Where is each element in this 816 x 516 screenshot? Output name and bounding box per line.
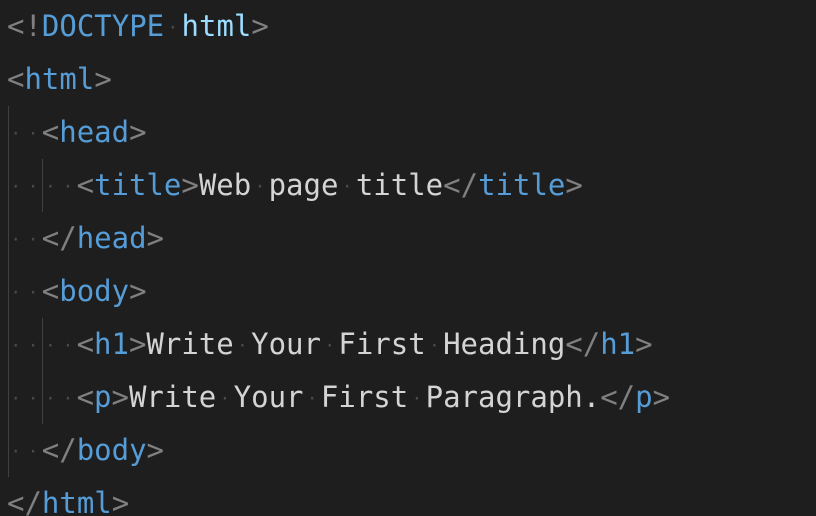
tag-bracket: </ [41,221,77,255]
whitespace-marker: · [27,335,39,357]
tag-bracket: > [181,168,199,202]
tag-bracket: > [146,433,165,467]
whitespace-marker: · [45,335,56,357]
whitespace-marker: · [341,176,353,198]
whitespace-marker: · [45,388,56,410]
code-line[interactable]: · · · · <p>Write · Your · First · Paragraph.</p> [7,371,670,424]
tag-bracket: > [94,62,112,96]
tag-name: p [94,380,112,414]
tag-bracket: </ [7,486,42,516]
whitespace-marker: · [324,335,336,357]
text-content: Write [146,327,234,361]
tag-bracket: < [41,115,60,149]
text-content: Write [128,380,217,414]
tag-bracket: </ [443,168,479,202]
tag-bracket: < [7,62,25,96]
tag-bracket: > [128,327,147,361]
code-line[interactable]: <html> [7,53,112,106]
text-content: First [320,380,409,414]
tag-bracket: > [129,274,147,308]
code-line[interactable]: · · · · <title>Web · page · title</title> [7,159,583,212]
doctype-keyword: DOCTYPE [41,9,165,43]
whitespace-marker: · [10,123,22,145]
text-content: page [268,168,339,202]
tag-bracket: > [652,380,671,414]
whitespace-marker: · [27,282,39,304]
tag-name: html [41,486,112,516]
whitespace-marker: · [27,229,39,251]
tag-bracket: > [565,168,583,202]
tag-bracket: </ [41,433,77,467]
whitespace-marker: · [27,441,39,463]
tag-name: html [24,62,95,96]
whitespace-marker: · [10,388,22,410]
whitespace-marker: · [10,282,22,304]
tag-bracket: > [111,486,130,516]
whitespace-marker: · [411,388,423,410]
tag-bracket: < [76,168,95,202]
tag-name: title [94,168,182,202]
tag-bracket: > [146,221,165,255]
whitespace-marker: · [167,17,179,39]
text-content: First [338,327,426,361]
code-line[interactable]: <!DOCTYPE · html> [7,0,269,53]
tag-bracket: < [41,274,60,308]
whitespace-marker: · [10,176,22,198]
whitespace-marker: · [62,388,74,410]
tag-name: h1 [600,327,636,361]
whitespace-marker: · [10,335,22,357]
whitespace-marker: · [10,229,22,251]
whitespace-marker: · [428,335,440,357]
tag-bracket: > [129,115,147,149]
whitespace-marker: · [27,388,39,410]
tag-bracket: </ [600,380,636,414]
whitespace-marker: · [27,123,39,145]
tag-bracket: <! [7,9,42,43]
whitespace-marker: · [306,388,318,410]
text-content: Web [198,168,252,202]
tag-bracket: > [111,380,129,414]
text-content: Your [251,327,321,361]
whitespace-marker: · [62,176,74,198]
tag-name: p [635,380,653,414]
tag-name: h1 [94,327,129,361]
whitespace-marker: · [219,388,231,410]
tag-bracket: > [635,327,653,361]
doctype-value: html [181,9,252,43]
code-line[interactable]: · · </head> [7,212,164,265]
code-line[interactable]: · · <head> [7,106,147,159]
text-content: Paragraph. [425,380,601,414]
text-content: Heading [443,327,566,361]
tag-bracket: < [76,327,95,361]
tag-name: body [59,274,130,308]
tag-bracket: < [76,380,95,414]
tag-name: head [59,115,130,149]
code-line[interactable]: · · · · <h1>Write · Your · First · Heading</h1> [7,318,653,371]
whitespace-marker: · [27,176,39,198]
text-content: title [355,168,444,202]
whitespace-marker: · [62,335,74,357]
tag-bracket: > [251,9,269,43]
whitespace-marker: · [237,335,248,357]
whitespace-marker: · [10,441,22,463]
tag-bracket: </ [565,327,601,361]
tag-name: head [76,221,147,255]
tag-name: title [478,168,566,202]
text-content: Your [233,380,304,414]
code-line[interactable]: · · <body> [7,265,147,318]
whitespace-marker: · [254,176,266,198]
code-line[interactable]: · · </body> [7,424,164,477]
code-line[interactable]: </html> [7,477,129,516]
whitespace-marker: · [45,176,56,198]
tag-name: body [76,433,147,467]
code-editor[interactable]: <!DOCTYPE · html> <html> · · <head> · · · · <title>… [0,0,816,516]
